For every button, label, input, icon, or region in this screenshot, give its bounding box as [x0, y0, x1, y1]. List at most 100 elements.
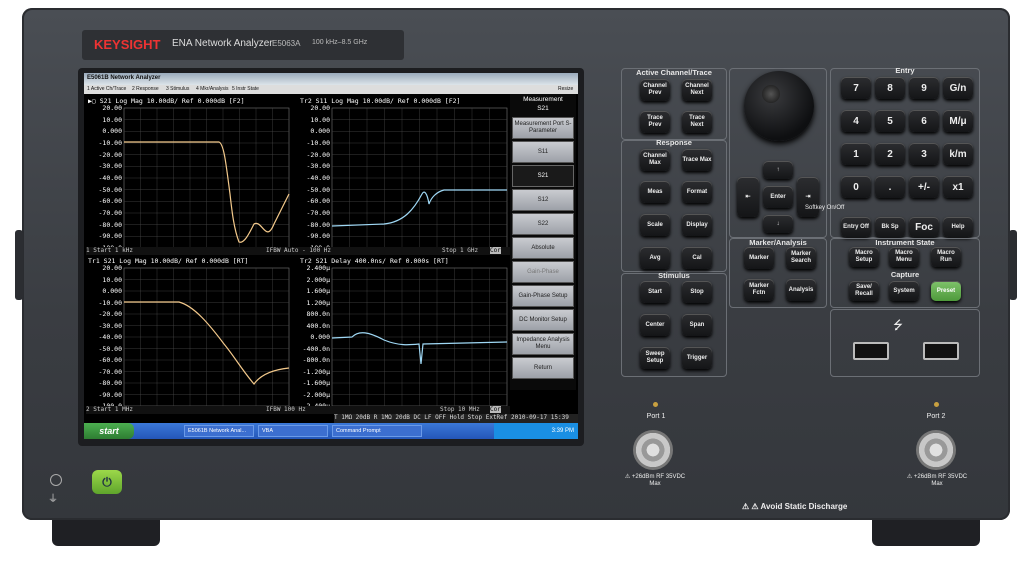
window-title: E5061B Network Analyzer [87, 75, 161, 81]
key-6[interactable]: 6 [909, 110, 939, 132]
display-key[interactable]: Display [682, 214, 712, 236]
macro-menu-key[interactable]: Macro Menu [889, 247, 919, 267]
marker-fctn-key[interactable]: Marker Fctn [744, 279, 774, 301]
softkey-impedance[interactable]: Impedance Analysis Menu [512, 333, 574, 355]
usb-port[interactable] [853, 342, 889, 360]
softkey-s12[interactable]: S12 [512, 189, 574, 211]
key-8[interactable]: 8 [875, 77, 905, 99]
arrow-left-end-icon: ⇤ [745, 193, 751, 200]
entry-off-key[interactable]: Entry Off [841, 217, 871, 237]
group-title: Response [656, 138, 692, 147]
menu-item[interactable]: 4 Mkr/Analysis [196, 86, 229, 92]
span-key[interactable]: Span [682, 314, 712, 336]
key-x1[interactable]: x1 [943, 176, 973, 198]
port2-connector[interactable] [916, 430, 956, 470]
macro-run-key[interactable]: Macro Run [931, 247, 961, 267]
menu-item[interactable]: 3 Stimulus [166, 86, 189, 92]
analysis-key[interactable]: Analysis [786, 279, 816, 301]
softkey-s22[interactable]: S22 [512, 213, 574, 235]
softkey-meas-port[interactable]: Measurement Port S-Parameter [512, 117, 574, 139]
knob-finger-dimple [762, 85, 780, 103]
y-tick-label: 20.00 [310, 104, 330, 112]
arrow-left-key[interactable]: ⇤ [737, 177, 759, 217]
key-decimal[interactable]: . [875, 176, 905, 198]
trace-prev-key[interactable]: Trace Prev [640, 111, 670, 133]
start-key[interactable]: Start [640, 281, 670, 303]
key-m-u[interactable]: M/μ [943, 110, 973, 132]
stop-key[interactable]: Stop [682, 281, 712, 303]
trace-max-key[interactable]: Trace Max [682, 149, 712, 171]
key-0[interactable]: 0 [841, 176, 871, 198]
sweep-setup-key[interactable]: Sweep Setup [640, 347, 670, 369]
key-5[interactable]: 5 [875, 110, 905, 132]
preset-key[interactable]: Preset [931, 281, 961, 301]
softkey-dc-monitor[interactable]: DC Monitor Setup [512, 309, 574, 331]
y-tick-label: -20.00 [98, 150, 122, 159]
trace-next-key[interactable]: Trace Next [682, 111, 712, 133]
key-plus-minus[interactable]: +/- [909, 176, 939, 198]
softkey-return[interactable]: Return [512, 357, 574, 379]
key-7[interactable]: 7 [841, 77, 871, 99]
key-1[interactable]: 1 [841, 143, 871, 165]
key-4[interactable]: 4 [841, 110, 871, 132]
taskbar-item[interactable]: VBA [258, 425, 328, 437]
key-2[interactable]: 2 [875, 143, 905, 165]
softkey-absolute[interactable]: Absolute [512, 237, 574, 259]
arrow-down-key[interactable]: ↓ [763, 215, 793, 233]
softkey-s11[interactable]: S11 [512, 141, 574, 163]
start-button[interactable]: start [84, 423, 134, 439]
key-9[interactable]: 9 [909, 77, 939, 99]
taskbar-item[interactable]: Command Prompt [332, 425, 422, 437]
softkey-title: Measurement [523, 96, 563, 103]
key-g-n[interactable]: G/n [943, 77, 973, 99]
port1-led [653, 402, 658, 407]
channel-prev-key[interactable]: Channel Prev [640, 79, 670, 101]
port1-connector[interactable] [633, 430, 673, 470]
arrow-up-key[interactable]: ↑ [763, 161, 793, 179]
avg-key[interactable]: Avg [640, 247, 670, 269]
focus-key[interactable]: Foc [909, 217, 939, 237]
format-key[interactable]: Format [682, 181, 712, 203]
macro-setup-key[interactable]: Macro Setup [849, 247, 879, 267]
port1-rating: ⚠ +26dBm RF 35VDC Max [624, 474, 686, 487]
menu-item[interactable]: 2 Response [132, 86, 159, 92]
system-key[interactable]: System [889, 281, 919, 301]
y-tick-label: 1.600μ [306, 287, 330, 295]
key-k-m[interactable]: k/m [943, 143, 973, 165]
menu-item[interactable]: 1 Active Ch/Trace [87, 86, 126, 92]
softkey-gain-phase-setup[interactable]: Gain-Phase Setup [512, 285, 574, 307]
channel-next-key[interactable]: Channel Next [682, 79, 712, 101]
softkey-s21[interactable]: S21 [512, 165, 574, 187]
marker-key[interactable]: Marker [744, 247, 774, 269]
ch1-ifbw: IFBW Auto - 100 Hz [266, 247, 332, 254]
scale-key[interactable]: Scale [640, 214, 670, 236]
port2-led [934, 402, 939, 407]
trigger-key[interactable]: Trigger [682, 347, 712, 369]
y-tick-label: 1.200μ [306, 298, 330, 307]
center-key[interactable]: Center [640, 314, 670, 336]
y-tick-label: -800.0n [302, 356, 330, 364]
usb-port[interactable] [923, 342, 959, 360]
help-key[interactable]: Help [943, 217, 973, 237]
y-tick-label: -80.00 [98, 379, 122, 387]
taskbar-item[interactable]: E5061B Network Anal... [184, 425, 254, 437]
enter-key[interactable]: Enter [763, 186, 793, 208]
softkey-gain-phase[interactable]: Gain-Phase [512, 261, 574, 283]
y-tick-label: -50.00 [306, 185, 330, 194]
rotary-knob[interactable] [744, 71, 814, 141]
channel-max-key[interactable]: Channel Max [640, 149, 670, 171]
arrow-up-icon: ↑ [776, 166, 780, 173]
marker-search-key[interactable]: Marker Search [786, 247, 816, 269]
stimulus-group: Stimulus Start Stop Center Span Sweep Se… [621, 271, 727, 377]
meas-key[interactable]: Meas [640, 181, 670, 203]
ch1-cor: Cor [490, 247, 501, 254]
arrow-right-key[interactable]: ⇥ [797, 177, 819, 217]
save-recall-key[interactable]: Save/ Recall [849, 281, 879, 301]
navigation-group: ↑ ⇤ Enter ⇥ ↓ [729, 68, 827, 238]
key-3[interactable]: 3 [909, 143, 939, 165]
backspace-key[interactable]: Bk Sp [875, 217, 905, 237]
menu-item[interactable]: 5 Instr State [232, 86, 259, 92]
cal-key[interactable]: Cal [682, 247, 712, 269]
menu-resize[interactable]: Resize [558, 86, 573, 92]
power-button[interactable]: ⏻ [92, 470, 122, 494]
